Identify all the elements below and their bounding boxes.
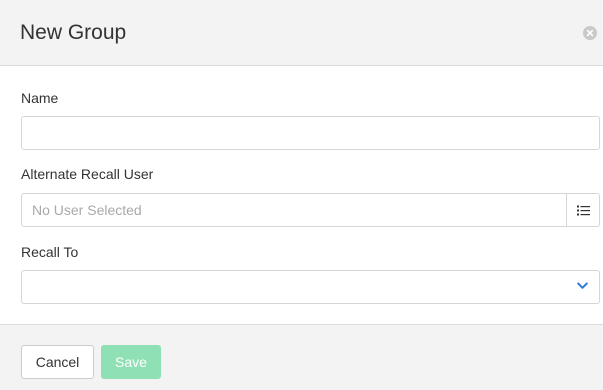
cancel-button[interactable]: Cancel bbox=[21, 345, 94, 379]
close-icon[interactable] bbox=[583, 26, 597, 40]
name-label: Name bbox=[21, 90, 59, 106]
new-group-dialog: New Group Name Alternate Recall User Rec… bbox=[0, 0, 603, 390]
recall-to-select[interactable] bbox=[21, 270, 600, 304]
dialog-footer: Cancel Save bbox=[0, 324, 603, 390]
alternate-recall-user-input[interactable] bbox=[22, 194, 566, 226]
name-input[interactable] bbox=[22, 117, 599, 149]
alternate-recall-user-field bbox=[21, 193, 600, 227]
user-picker-button[interactable] bbox=[566, 194, 599, 226]
alternate-recall-user-label: Alternate Recall User bbox=[21, 166, 154, 182]
chevron-down-icon bbox=[577, 282, 588, 289]
save-button[interactable]: Save bbox=[101, 345, 161, 379]
list-icon bbox=[577, 205, 590, 216]
dialog-title: New Group bbox=[20, 21, 127, 44]
recall-to-label: Recall To bbox=[21, 244, 79, 260]
dialog-header: New Group bbox=[0, 0, 603, 66]
name-field-wrapper bbox=[21, 116, 600, 150]
